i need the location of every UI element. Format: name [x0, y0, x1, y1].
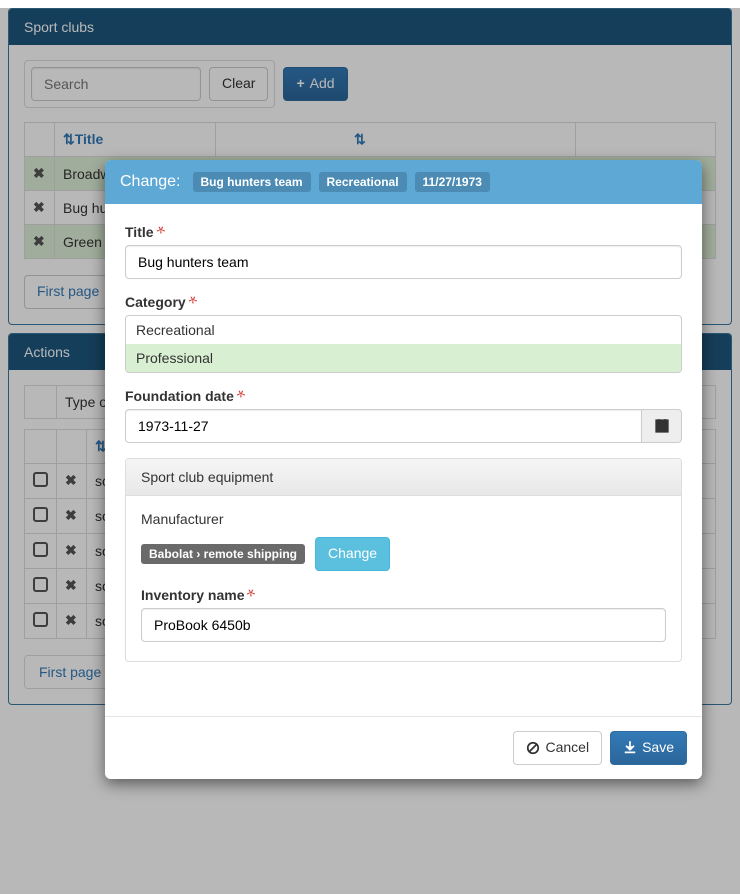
modal-body: Title Category Recreational Professional: [105, 204, 702, 716]
category-option-recreational[interactable]: Recreational: [126, 316, 681, 344]
required-icon: [188, 295, 200, 309]
change-manufacturer-button[interactable]: Change: [315, 537, 390, 571]
inventory-label: Inventory name: [141, 587, 666, 603]
category-select[interactable]: Recreational Professional: [125, 315, 682, 373]
modal-header: Change: Bug hunters team Recreational 11…: [105, 160, 702, 204]
foundation-date-label: Foundation date: [125, 388, 682, 404]
required-icon: [246, 588, 258, 602]
download-icon: [623, 741, 637, 755]
title-label: Title: [125, 224, 682, 240]
ban-icon: [526, 741, 540, 755]
modal-footer: Cancel Save: [105, 716, 702, 779]
change-modal: Change: Bug hunters team Recreational 11…: [105, 160, 702, 779]
modal-title: Change:: [120, 173, 181, 191]
calendar-icon: [654, 418, 670, 434]
foundation-date-input[interactable]: [125, 409, 642, 443]
calendar-button[interactable]: [642, 409, 682, 443]
cancel-button[interactable]: Cancel: [513, 731, 602, 765]
category-label: Category: [125, 294, 682, 310]
save-button[interactable]: Save: [610, 731, 687, 765]
equipment-panel: Sport club equipment Manufacturer Babola…: [125, 458, 682, 662]
manufacturer-label: Manufacturer: [141, 511, 666, 527]
required-icon: [156, 225, 168, 239]
badge-date: 11/27/1973: [415, 172, 490, 192]
badge-category: Recreational: [319, 172, 407, 192]
required-icon: [236, 389, 248, 403]
title-input[interactable]: [125, 245, 682, 279]
equipment-heading: Sport club equipment: [126, 459, 681, 496]
badge-title: Bug hunters team: [193, 172, 311, 192]
category-option-professional[interactable]: Professional: [126, 344, 681, 372]
manufacturer-badge: Babolat › remote shipping: [141, 544, 305, 564]
inventory-input[interactable]: [141, 608, 666, 642]
